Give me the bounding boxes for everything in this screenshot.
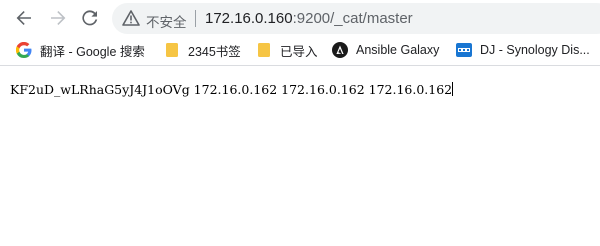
warning-triangle-icon — [122, 10, 140, 26]
ansible-icon — [332, 42, 348, 58]
text-cursor — [452, 82, 454, 96]
bookmark-label: Ansible Galaxy — [356, 43, 440, 57]
bookmarks-bar: 翻译 - Google 搜索 2345书签 已导入 Ansible Galaxy — [0, 36, 600, 66]
bookmark-ansible-galaxy[interactable]: Ansible Galaxy — [332, 39, 439, 61]
reload-button[interactable] — [78, 6, 102, 30]
response-text: KF2uD_wLRhaG5yJ4J1oOVg 172.16.0.162 172.… — [10, 82, 453, 97]
bookmark-folder-2345[interactable]: 2345书签 — [164, 39, 241, 61]
bookmark-synology[interactable]: DJ - Synology Dis... — [456, 39, 590, 61]
back-button[interactable] — [12, 6, 36, 30]
url-text[interactable]: 172.16.0.160:9200/_cat/master — [205, 10, 413, 27]
reload-icon — [82, 10, 98, 26]
bookmark-label: DJ - Synology Dis... — [480, 43, 590, 57]
arrow-left-icon — [16, 11, 31, 25]
arrow-right-icon — [51, 11, 66, 25]
url-host: 172.16.0.160 — [205, 10, 293, 27]
address-bar[interactable]: 不安全 172.16.0.160:9200/_cat/master — [112, 3, 600, 34]
bookmark-label: 2345书签 — [188, 44, 241, 59]
bookmark-label: 翻译 - Google 搜索 — [40, 44, 145, 59]
bookmark-label: 已导入 — [280, 44, 318, 59]
google-icon — [16, 42, 32, 58]
browser-toolbar: 不安全 172.16.0.160:9200/_cat/master — [0, 0, 600, 36]
folder-icon — [256, 42, 272, 58]
api-response[interactable]: KF2uD_wLRhaG5yJ4J1oOVg 172.16.0.162 172.… — [10, 82, 454, 97]
page-content: KF2uD_wLRhaG5yJ4J1oOVg 172.16.0.162 172.… — [0, 66, 600, 246]
omnibox-divider — [195, 10, 196, 27]
forward-button[interactable] — [46, 6, 70, 30]
bookmark-folder-imported[interactable]: 已导入 — [256, 39, 318, 61]
bookmark-google-translate[interactable]: 翻译 - Google 搜索 — [16, 39, 145, 61]
not-secure-label[interactable]: 不安全 — [146, 11, 187, 31]
folder-icon — [164, 42, 180, 58]
synology-dsm-icon — [456, 42, 472, 58]
url-path: :9200/_cat/master — [292, 10, 413, 27]
